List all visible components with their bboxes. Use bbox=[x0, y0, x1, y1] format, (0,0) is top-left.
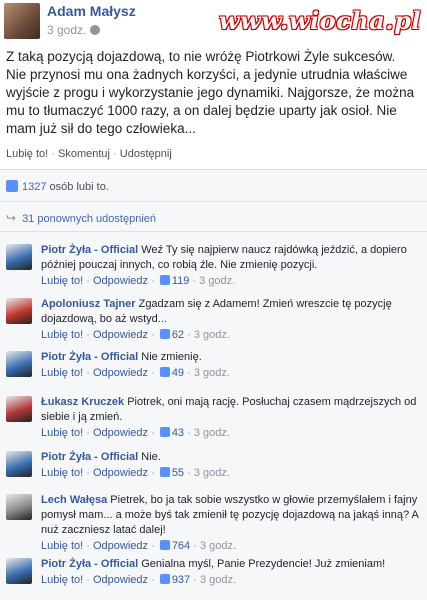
commenter-avatar[interactable] bbox=[6, 451, 32, 477]
comment-like-button[interactable]: Lubię to! bbox=[41, 467, 83, 479]
comment-like-count[interactable]: 62 bbox=[172, 329, 184, 341]
comment-body: Apoloniusz Tajner Zgadzam się z Adamem! … bbox=[41, 297, 423, 343]
comment-like-count[interactable]: 764 bbox=[172, 540, 190, 552]
comment-reply-button[interactable]: Odpowiedz bbox=[93, 367, 148, 379]
shares-label[interactable]: 31 ponownych udostępnień bbox=[22, 213, 156, 225]
thumbs-up-icon bbox=[159, 427, 170, 437]
comment-text: Nie zmienię. bbox=[141, 351, 202, 363]
post-author[interactable]: Adam Małysz bbox=[47, 3, 136, 19]
thumbs-up-icon bbox=[6, 180, 18, 192]
comment-reply-button[interactable]: Odpowiedz bbox=[93, 574, 148, 586]
thumbs-up-icon bbox=[159, 367, 170, 377]
separator: · bbox=[51, 148, 55, 160]
thumbs-up-icon bbox=[159, 467, 170, 477]
likes-label: osób lubi to. bbox=[49, 181, 109, 193]
comment-time[interactable]: 3 godz. bbox=[194, 329, 230, 341]
comment-meta: Lubię to! · Odpowiedz · 43 · 3 godz. bbox=[41, 427, 230, 439]
comment-meta: Lubię to! · Odpowiedz · 55 · 3 godz. bbox=[41, 467, 230, 479]
thumbs-up-icon bbox=[159, 540, 170, 550]
comment-reply-button[interactable]: Odpowiedz bbox=[93, 427, 148, 439]
comment-meta: Lubię to! · Odpowiedz · 49 · 3 godz. bbox=[41, 367, 230, 379]
comment-body: Piotr Żyła - Official Genialna myśl, Pan… bbox=[41, 557, 423, 588]
comment-body: Piotr Żyła - Official Nie zmienię. Lubię … bbox=[41, 350, 423, 381]
comment-time[interactable]: 3 godz. bbox=[194, 427, 230, 439]
comment-like-button[interactable]: Lubię to! bbox=[41, 275, 83, 287]
comment-like-button[interactable]: Lubię to! bbox=[41, 367, 83, 379]
commenter-name[interactable]: Piotr Żyła - Official bbox=[41, 351, 138, 363]
comment-like-count[interactable]: 55 bbox=[172, 467, 184, 479]
comment-button[interactable]: Skomentuj bbox=[58, 148, 110, 160]
comment-body: Piotr Żyła - Official Weź Ty się najpier… bbox=[41, 243, 423, 289]
post-time-text[interactable]: 3 godz. bbox=[47, 23, 86, 37]
commenter-name[interactable]: Piotr Żyła - Official bbox=[41, 451, 138, 463]
comments-list: Piotr Żyła - Official Weź Ty się najpier… bbox=[0, 232, 427, 600]
commenter-avatar[interactable] bbox=[6, 494, 32, 520]
thumbs-up-icon bbox=[159, 329, 170, 339]
commenter-avatar[interactable] bbox=[6, 351, 32, 377]
likes-count[interactable]: 1327 bbox=[22, 181, 46, 193]
post-text: Z taką pozycją dojazdową, to nie wróżę P… bbox=[6, 49, 415, 136]
separator: · bbox=[113, 148, 117, 160]
share-button[interactable]: Udostępnij bbox=[120, 148, 172, 160]
commenter-avatar[interactable] bbox=[6, 298, 32, 324]
thumbs-up-icon bbox=[159, 275, 170, 285]
comment-meta: Lubię to! · Odpowiedz · 62 · 3 godz. bbox=[41, 329, 230, 341]
watermark-logo: www.wiocha.pl bbox=[218, 6, 421, 35]
shares-summary[interactable]: ↪ 31 ponownych udostępnień bbox=[6, 211, 156, 225]
likes-summary[interactable]: 1327 osób lubi to. bbox=[6, 180, 109, 193]
comment-text: Genialna myśl, Panie Prezydencie! Już zm… bbox=[141, 558, 386, 570]
comment-like-count[interactable]: 49 bbox=[172, 367, 184, 379]
post-actions: Lubię to! · Skomentuj · Udostępnij bbox=[6, 148, 172, 160]
comment-body: Piotr Żyła - Official Nie. Lubię to! · Od… bbox=[41, 450, 423, 481]
comment-time[interactable]: 3 godz. bbox=[200, 574, 236, 586]
commenter-name[interactable]: Piotr Żyła - Official bbox=[41, 558, 138, 570]
comment-like-count[interactable]: 43 bbox=[172, 427, 184, 439]
commenter-name[interactable]: Łukasz Kruczek bbox=[41, 396, 124, 408]
commenter-avatar[interactable] bbox=[6, 558, 32, 584]
comment-like-button[interactable]: Lubię to! bbox=[41, 329, 83, 341]
commenter-name[interactable]: Apoloniusz Tajner bbox=[41, 298, 136, 310]
comment-time[interactable]: 3 godz. bbox=[199, 275, 235, 287]
shares-bar: ↪ 31 ponownych udostępnień bbox=[0, 202, 427, 232]
comment-reply-button[interactable]: Odpowiedz bbox=[93, 275, 148, 287]
comment-meta: Lubię to! · Odpowiedz · 764 · 3 godz. bbox=[41, 540, 237, 552]
comment-time[interactable]: 3 godz. bbox=[194, 467, 230, 479]
thumbs-up-icon bbox=[159, 574, 170, 584]
commenter-avatar[interactable] bbox=[6, 396, 32, 422]
share-arrow-icon: ↪ bbox=[6, 211, 17, 225]
comment-like-button[interactable]: Lubię to! bbox=[41, 427, 83, 439]
comment-like-count[interactable]: 937 bbox=[172, 574, 190, 586]
comment-like-count[interactable]: 119 bbox=[172, 275, 190, 287]
commenter-name[interactable]: Lech Wałęsa bbox=[41, 494, 107, 506]
post-time[interactable]: 3 godz. bbox=[47, 23, 101, 37]
comment-reply-button[interactable]: Odpowiedz bbox=[93, 329, 148, 341]
comment-body: Lech Wałęsa Pietrek, bo ja tak sobie wsz… bbox=[41, 493, 423, 554]
comment-meta: Lubię to! · Odpowiedz · 937 · 3 godz. bbox=[41, 574, 237, 586]
comment-like-button[interactable]: Lubię to! bbox=[41, 540, 83, 552]
comment-reply-button[interactable]: Odpowiedz bbox=[93, 540, 148, 552]
author-avatar[interactable] bbox=[4, 3, 40, 39]
comment-time[interactable]: 3 godz. bbox=[200, 540, 236, 552]
comment-body: Łukasz Kruczek Piotrek, oni mają rację. … bbox=[41, 395, 423, 441]
comment-like-button[interactable]: Lubię to! bbox=[41, 574, 83, 586]
comment-reply-button[interactable]: Odpowiedz bbox=[93, 467, 148, 479]
like-button[interactable]: Lubię to! bbox=[6, 148, 48, 160]
post-card: Adam Małysz 3 godz. www.wiocha.pl Z taką… bbox=[0, 0, 427, 170]
globe-icon bbox=[90, 25, 101, 35]
comment-meta: Lubię to! · Odpowiedz · 119 · 3 godz. bbox=[41, 275, 236, 287]
likes-bar: 1327 osób lubi to. bbox=[0, 170, 427, 202]
commenter-avatar[interactable] bbox=[6, 244, 32, 270]
comment-time[interactable]: 3 godz. bbox=[194, 367, 230, 379]
commenter-name[interactable]: Piotr Żyła - Official bbox=[41, 244, 138, 256]
comment-text: Nie. bbox=[141, 451, 161, 463]
